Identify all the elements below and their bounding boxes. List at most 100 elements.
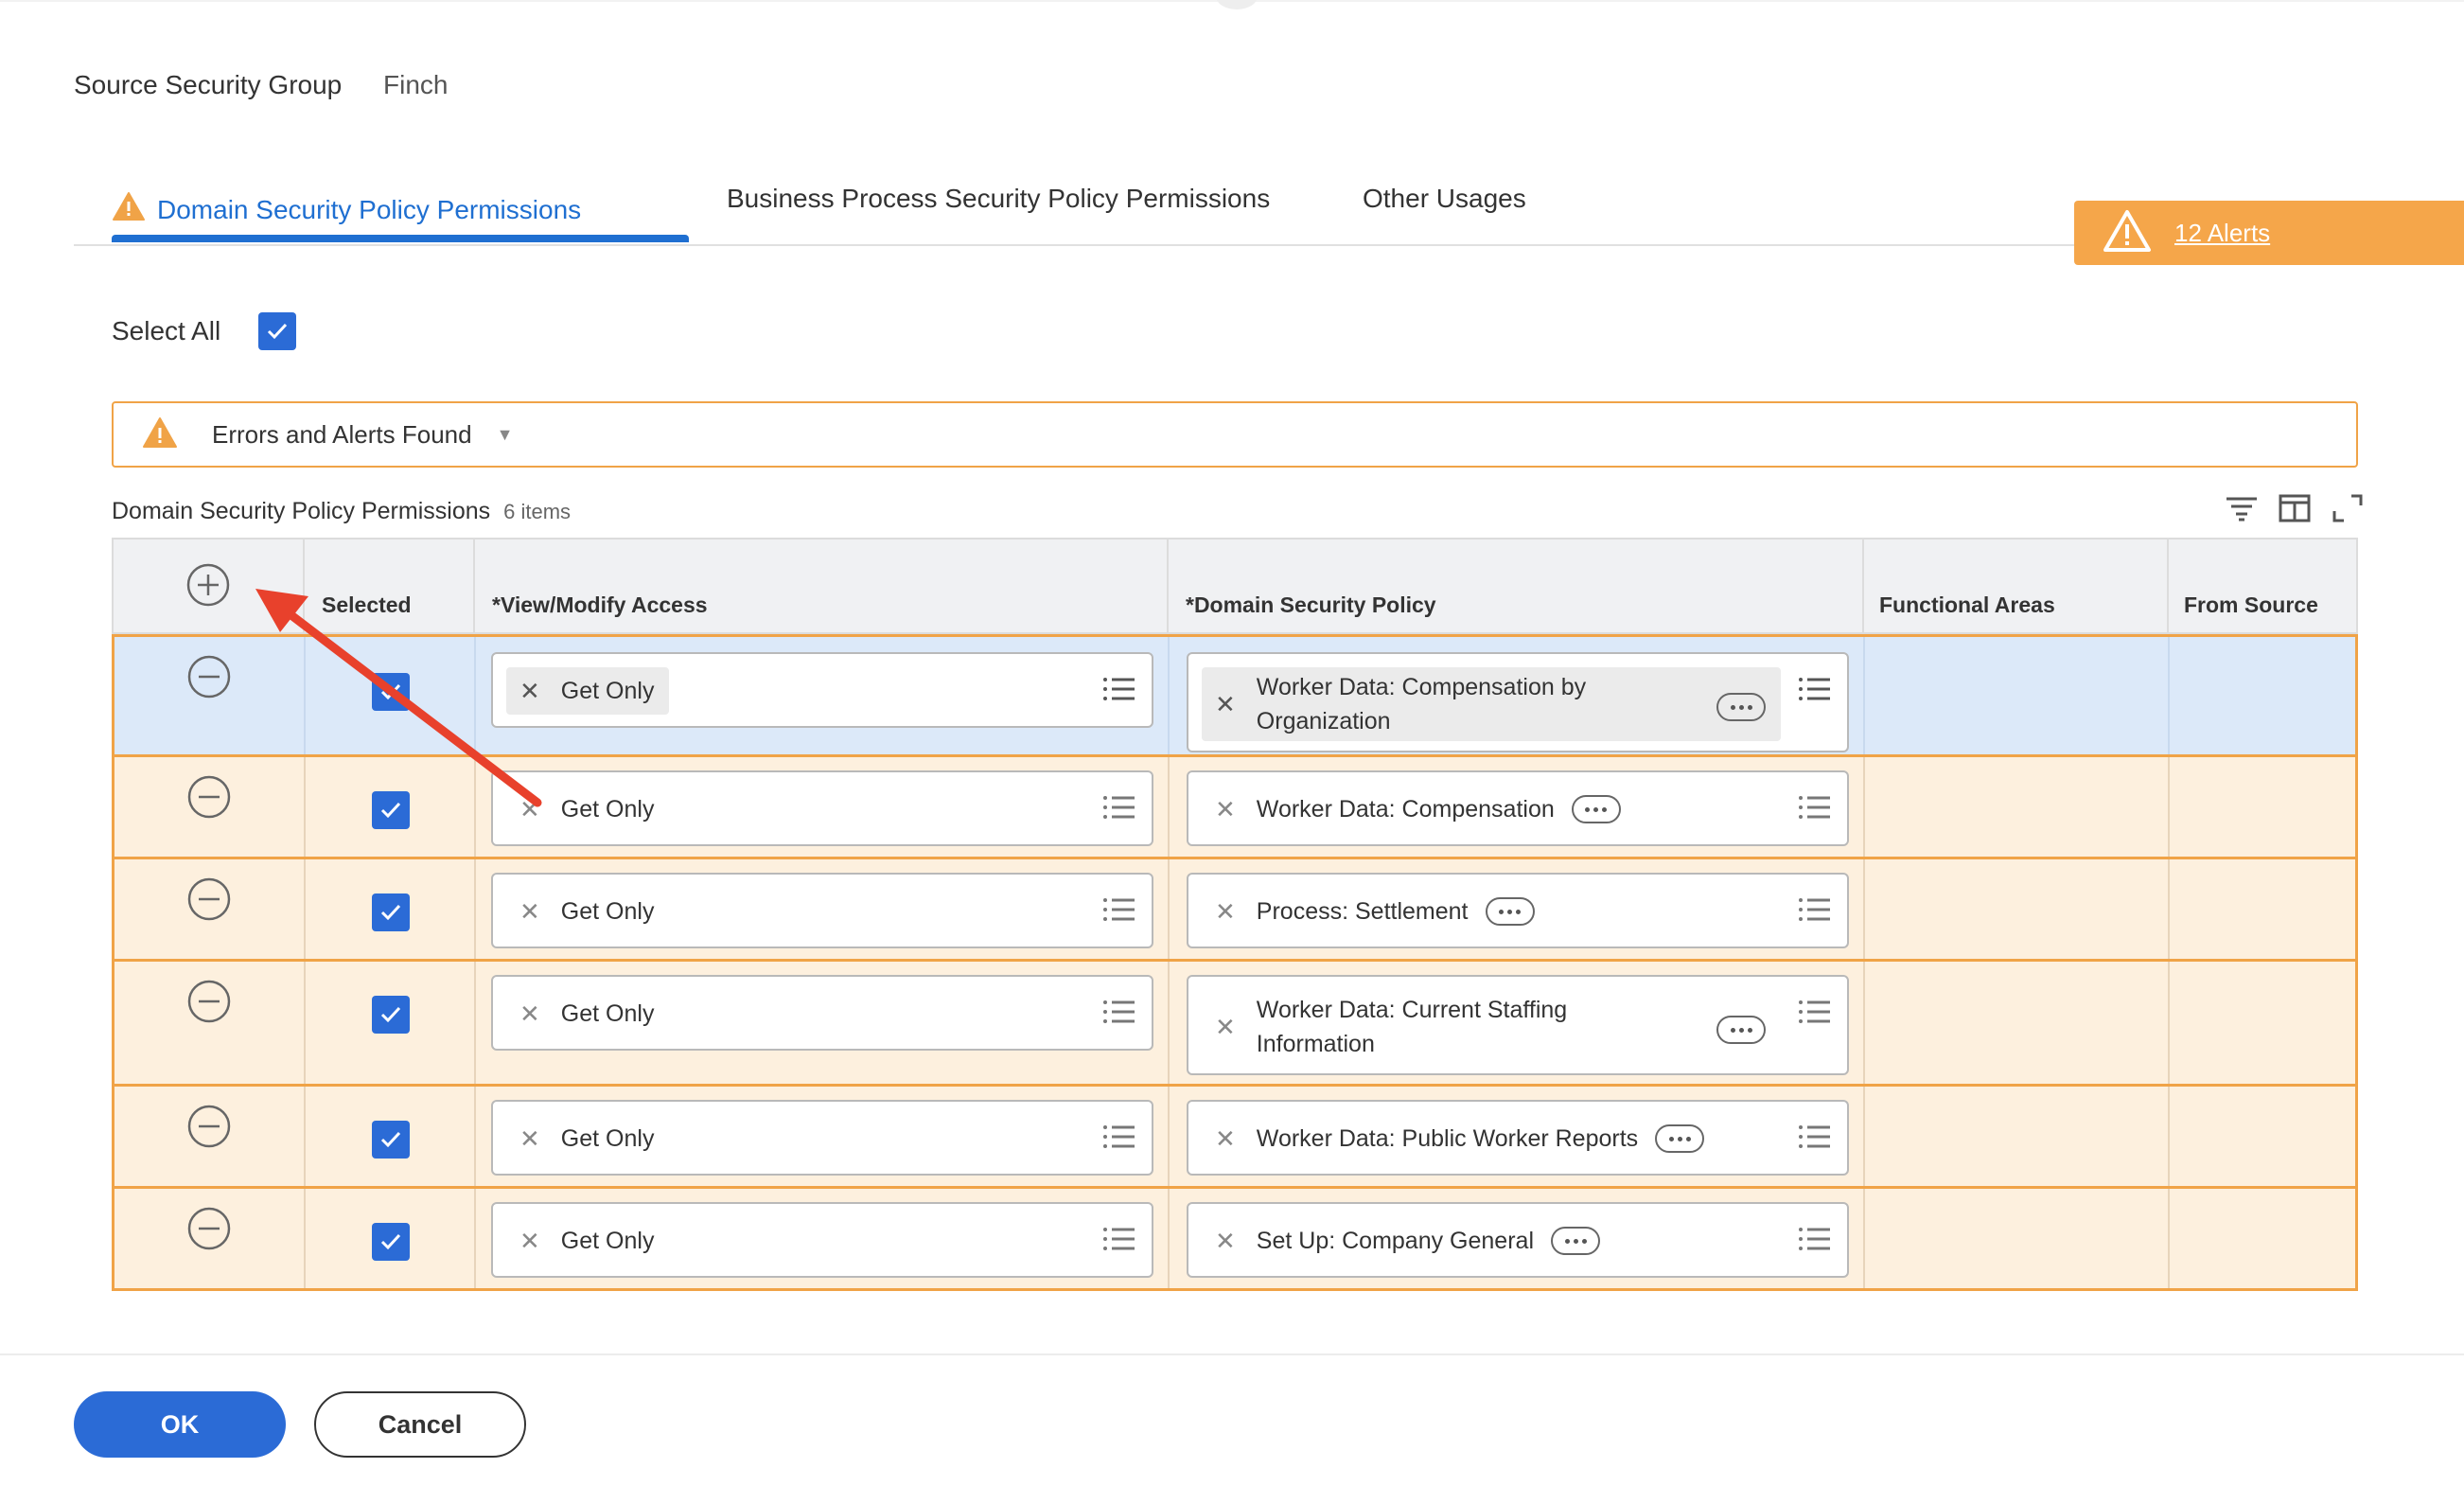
domain-policy-field[interactable]: ✕ Worker Data: Current Staffing Informati…	[1187, 975, 1849, 1075]
more-options-icon[interactable]	[1716, 1016, 1766, 1044]
row-selected-checkbox[interactable]	[372, 893, 410, 931]
filter-icon[interactable]	[2224, 490, 2260, 526]
list-icon[interactable]	[1798, 793, 1832, 822]
domain-policy-field[interactable]: ✕ Worker Data: Public Worker Reports	[1187, 1100, 1849, 1176]
row-selected-checkbox[interactable]	[372, 1121, 410, 1159]
column-divider	[473, 540, 475, 632]
domain-policy-field[interactable]: ✕ Worker Data: Compensation	[1187, 770, 1849, 846]
grid-header: Selected *View/Modify Access *Domain Sec…	[112, 538, 2358, 634]
row-selected-checkbox[interactable]	[372, 996, 410, 1034]
column-header-selected[interactable]: Selected	[322, 593, 412, 618]
domain-policy-field[interactable]: ✕ Worker Data: Compensation by Organizati…	[1187, 652, 1849, 752]
list-icon[interactable]	[1102, 675, 1136, 703]
columns-icon[interactable]	[2277, 490, 2313, 526]
warning-icon	[112, 191, 146, 228]
remove-row-button[interactable]	[186, 1104, 232, 1149]
errors-alerts-dropdown[interactable]: Errors and Alerts Found ▼	[112, 401, 2358, 468]
tab-business-process[interactable]: Business Process Security Policy Permiss…	[727, 184, 1270, 214]
access-field[interactable]: ✕ Get Only	[491, 1202, 1153, 1278]
tab-label: Domain Security Policy Permissions	[157, 194, 582, 224]
domain-value: Worker Data: Public Worker Reports	[1256, 1124, 1639, 1152]
minus-circle-icon	[187, 980, 231, 1023]
check-icon	[380, 683, 401, 700]
list-icon[interactable]	[1798, 675, 1832, 703]
table-row[interactable]: ✕ Get Only ✕ Process: Settlement	[112, 859, 2358, 962]
tab-other-usages[interactable]: Other Usages	[1363, 184, 1526, 214]
alerts-link[interactable]: 12 Alerts	[2174, 219, 2270, 248]
add-row-button[interactable]	[185, 562, 231, 608]
ok-button[interactable]: OK	[74, 1391, 286, 1458]
list-icon[interactable]	[1798, 1225, 1832, 1253]
more-options-icon[interactable]	[1485, 897, 1535, 926]
column-header-functional-areas[interactable]: Functional Areas	[1879, 593, 2055, 618]
access-field[interactable]: ✕ Get Only	[491, 1100, 1153, 1176]
grid-title-text: Domain Security Policy Permissions	[112, 498, 491, 524]
remove-token-icon[interactable]: ✕	[1215, 1227, 1236, 1256]
list-icon[interactable]	[1102, 895, 1136, 924]
more-options-icon[interactable]	[1571, 795, 1621, 823]
access-field[interactable]: ✕ Get Only	[491, 975, 1153, 1051]
list-icon[interactable]	[1102, 793, 1136, 822]
source-value: Finch	[383, 70, 449, 99]
access-token: ✕ Get Only	[506, 1217, 669, 1265]
alerts-banner[interactable]: 12 Alerts	[2074, 201, 2464, 265]
domain-value-line1: Worker Data: Current Staffing	[1256, 997, 1568, 1023]
remove-token-icon[interactable]: ✕	[1215, 897, 1236, 927]
remove-token-icon[interactable]: ✕	[519, 897, 540, 927]
row-selected-checkbox[interactable]	[372, 673, 410, 711]
access-field[interactable]: ✕ Get Only	[491, 652, 1153, 728]
domain-token: ✕ Set Up: Company General	[1202, 1217, 1615, 1265]
remove-row-button[interactable]	[186, 979, 232, 1024]
row-selected-checkbox[interactable]	[372, 791, 410, 829]
more-options-icon[interactable]	[1551, 1227, 1600, 1255]
domain-value: Set Up: Company General	[1256, 1227, 1534, 1254]
more-options-icon[interactable]	[1655, 1124, 1705, 1153]
more-options-icon[interactable]	[1716, 693, 1766, 721]
table-row[interactable]: ✕ Get Only ✕ Worker Data: Compensation by…	[112, 634, 2358, 757]
remove-token-icon[interactable]: ✕	[519, 1000, 540, 1029]
list-icon[interactable]	[1798, 895, 1832, 924]
list-icon[interactable]	[1102, 998, 1136, 1026]
column-header-from-source[interactable]: From Source	[2184, 593, 2318, 618]
access-field[interactable]: ✕ Get Only	[491, 873, 1153, 948]
domain-token: ✕ Worker Data: Compensation by Organizati…	[1202, 667, 1781, 741]
list-icon[interactable]	[1102, 1225, 1136, 1253]
remove-token-icon[interactable]: ✕	[519, 677, 540, 706]
remove-token-icon[interactable]: ✕	[519, 1124, 540, 1154]
domain-policy-field[interactable]: ✕ Set Up: Company General	[1187, 1202, 1849, 1278]
tab-domain-security[interactable]: Domain Security Policy Permissions	[112, 191, 581, 228]
fullscreen-icon[interactable]	[2330, 490, 2366, 526]
access-value: Get Only	[560, 795, 655, 823]
remove-token-icon[interactable]: ✕	[1215, 1124, 1236, 1154]
select-all: Select All	[112, 312, 297, 350]
remove-token-icon[interactable]: ✕	[1215, 690, 1236, 719]
select-all-checkbox[interactable]	[258, 312, 297, 350]
remove-row-button[interactable]	[186, 1206, 232, 1251]
remove-row-button[interactable]	[186, 774, 232, 820]
list-icon[interactable]	[1102, 1123, 1136, 1151]
table-row[interactable]: ✕ Get Only ✕ Worker Data: Public Worker Re…	[112, 1087, 2358, 1189]
plus-circle-icon	[186, 563, 230, 607]
permissions-grid: Selected *View/Modify Access *Domain Sec…	[112, 538, 2358, 1291]
domain-value-line2: Organization	[1256, 708, 1391, 734]
list-icon[interactable]	[1798, 998, 1832, 1026]
domain-policy-field[interactable]: ✕ Process: Settlement	[1187, 873, 1849, 948]
table-row[interactable]: ✕ Get Only ✕ Set Up: Company General	[112, 1189, 2358, 1291]
access-value: Get Only	[560, 1000, 655, 1027]
remove-row-button[interactable]	[186, 654, 232, 699]
column-header-access[interactable]: *View/Modify Access	[492, 593, 708, 618]
list-icon[interactable]	[1798, 1123, 1832, 1151]
access-token: ✕ Get Only	[506, 786, 669, 833]
access-field[interactable]: ✕ Get Only	[491, 770, 1153, 846]
column-header-domain-policy[interactable]: *Domain Security Policy	[1186, 593, 1436, 618]
table-row[interactable]: ✕ Get Only ✕ Worker Data: Current Staffin…	[112, 962, 2358, 1087]
row-selected-checkbox[interactable]	[372, 1223, 410, 1261]
remove-row-button[interactable]	[186, 876, 232, 922]
remove-token-icon[interactable]: ✕	[519, 1227, 540, 1256]
remove-token-icon[interactable]: ✕	[519, 795, 540, 824]
column-divider	[1167, 540, 1169, 632]
cancel-button[interactable]: Cancel	[314, 1391, 526, 1458]
table-row[interactable]: ✕ Get Only ✕ Worker Data: Compensation	[112, 757, 2358, 859]
remove-token-icon[interactable]: ✕	[1215, 795, 1236, 824]
remove-token-icon[interactable]: ✕	[1215, 1013, 1236, 1042]
